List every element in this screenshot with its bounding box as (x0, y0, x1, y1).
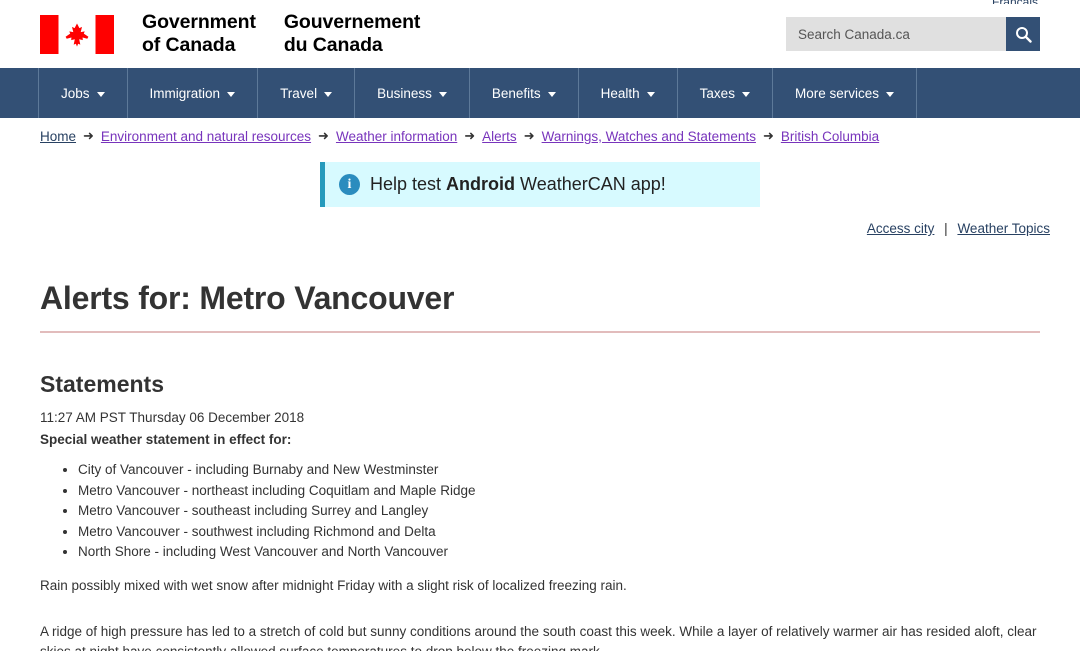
breadcrumb-item-home[interactable]: Home (40, 129, 76, 144)
weather-topics-link[interactable]: Weather Topics (957, 221, 1050, 236)
breadcrumb-separator: ➜ (464, 128, 476, 143)
statement-effect-line: Special weather statement in effect for: (40, 432, 292, 448)
statement-timestamp: 11:27 AM PST Thursday 06 December 2018 (40, 409, 305, 425)
chevron-down-icon (741, 91, 750, 97)
nav-item-more-services[interactable]: More services (771, 68, 916, 118)
chevron-down-icon (438, 91, 447, 97)
chevron-down-icon (324, 91, 333, 97)
nav-label: Health (600, 85, 640, 101)
wordmark-en-line1: Government (142, 10, 256, 33)
nav-item-benefits[interactable]: Benefits (468, 68, 578, 118)
search-icon (1015, 26, 1032, 43)
nav-item-health[interactable]: Health (577, 68, 677, 118)
utility-separator: | (944, 221, 948, 236)
chevron-down-icon (96, 91, 105, 97)
language-strip: Français (0, 0, 1080, 10)
wordmark-fr-line1: Gouvernement (283, 10, 421, 33)
nav-item-immigration[interactable]: Immigration (126, 68, 258, 118)
wordmark-en-line2: of Canada (142, 34, 236, 56)
breadcrumb-separator: ➜ (318, 128, 329, 143)
search-button[interactable] (1006, 17, 1040, 51)
list-item: City of Vancouver - including Burnaby an… (78, 460, 1040, 480)
breadcrumb: Home ➜ Environment and natural resources… (0, 118, 1080, 152)
nav-label: Benefits (491, 85, 541, 101)
wordmark-french: Gouvernement du Canada (283, 10, 421, 58)
banner-text-before: Help test (370, 174, 447, 194)
breadcrumb-item-weather-information[interactable]: Weather information (336, 129, 457, 144)
chevron-down-icon (547, 91, 556, 97)
banner-text: Help test Android WeatherCAN app! (370, 174, 666, 195)
statement-paragraph-2: A ridge of high pressure has led to a st… (40, 624, 1037, 651)
nav-item-taxes[interactable]: Taxes (676, 68, 772, 118)
wordmark-english: Government of Canada (142, 11, 256, 58)
wordmark-text: Government of Canada Gouvernement du Can… (142, 11, 420, 58)
statement-paragraph-1: Rain possibly mixed with wet snow after … (40, 578, 627, 594)
list-item: North Shore - including West Vancouver a… (78, 542, 1040, 562)
nav-label: Immigration (149, 85, 221, 101)
info-icon: i (339, 174, 360, 195)
nav-label: More services (794, 85, 879, 101)
list-item: Metro Vancouver - southeast including Su… (78, 501, 1040, 521)
site-search (786, 17, 1040, 51)
main-content: Alerts for: Metro Vancouver Statements 1… (0, 280, 1080, 651)
banner-text-bold: Android (446, 174, 516, 194)
breadcrumb-item-environment[interactable]: Environment and natural resources (101, 129, 311, 144)
banner-row: i Help test Android WeatherCAN app! (0, 152, 1080, 207)
government-of-canada-wordmark[interactable]: Government of Canada Gouvernement du Can… (40, 11, 420, 58)
chevron-down-icon (646, 91, 655, 97)
chevron-down-icon (227, 91, 236, 97)
breadcrumb-separator: ➜ (83, 128, 94, 143)
breadcrumb-separator: ➜ (523, 128, 535, 143)
site-header: Government of Canada Gouvernement du Can… (0, 10, 1080, 68)
access-city-link[interactable]: Access city (867, 221, 935, 236)
language-toggle-link[interactable]: Français (992, 0, 1038, 4)
breadcrumb-item-british-columbia[interactable]: British Columbia (781, 129, 879, 144)
statements-heading: Statements (40, 370, 164, 397)
breadcrumb-item-alerts[interactable]: Alerts (482, 129, 517, 144)
banner-text-after: WeatherCAN app! (515, 174, 666, 194)
wordmark-fr-line2: du Canada (283, 34, 383, 56)
nav-item-business[interactable]: Business (354, 68, 469, 118)
list-item: Metro Vancouver - southwest including Ri… (78, 522, 1040, 542)
affected-regions-list: City of Vancouver - including Burnaby an… (40, 460, 1040, 562)
page-title: Alerts for: Metro Vancouver (40, 280, 1040, 333)
list-item: Metro Vancouver - northeast including Co… (78, 481, 1040, 501)
nav-item-jobs[interactable]: Jobs (38, 68, 127, 118)
nav-spacer (915, 68, 1080, 118)
chevron-down-icon (885, 91, 894, 97)
nav-label: Business (377, 85, 432, 101)
main-navigation: Jobs Immigration Travel Business Benefit… (0, 68, 1080, 118)
search-input[interactable] (786, 17, 1006, 51)
breadcrumb-item-warnings-watches-statements[interactable]: Warnings, Watches and Statements (542, 129, 756, 144)
utility-links: Access city | Weather Topics (0, 207, 1080, 236)
nav-label: Jobs (61, 85, 90, 101)
nav-item-travel[interactable]: Travel (257, 68, 354, 118)
weathercan-promo-banner[interactable]: i Help test Android WeatherCAN app! (320, 162, 760, 207)
breadcrumb-separator: ➜ (762, 128, 774, 143)
nav-label: Taxes (699, 85, 735, 101)
nav-label: Travel (280, 85, 318, 101)
canada-flag-icon (40, 14, 114, 54)
